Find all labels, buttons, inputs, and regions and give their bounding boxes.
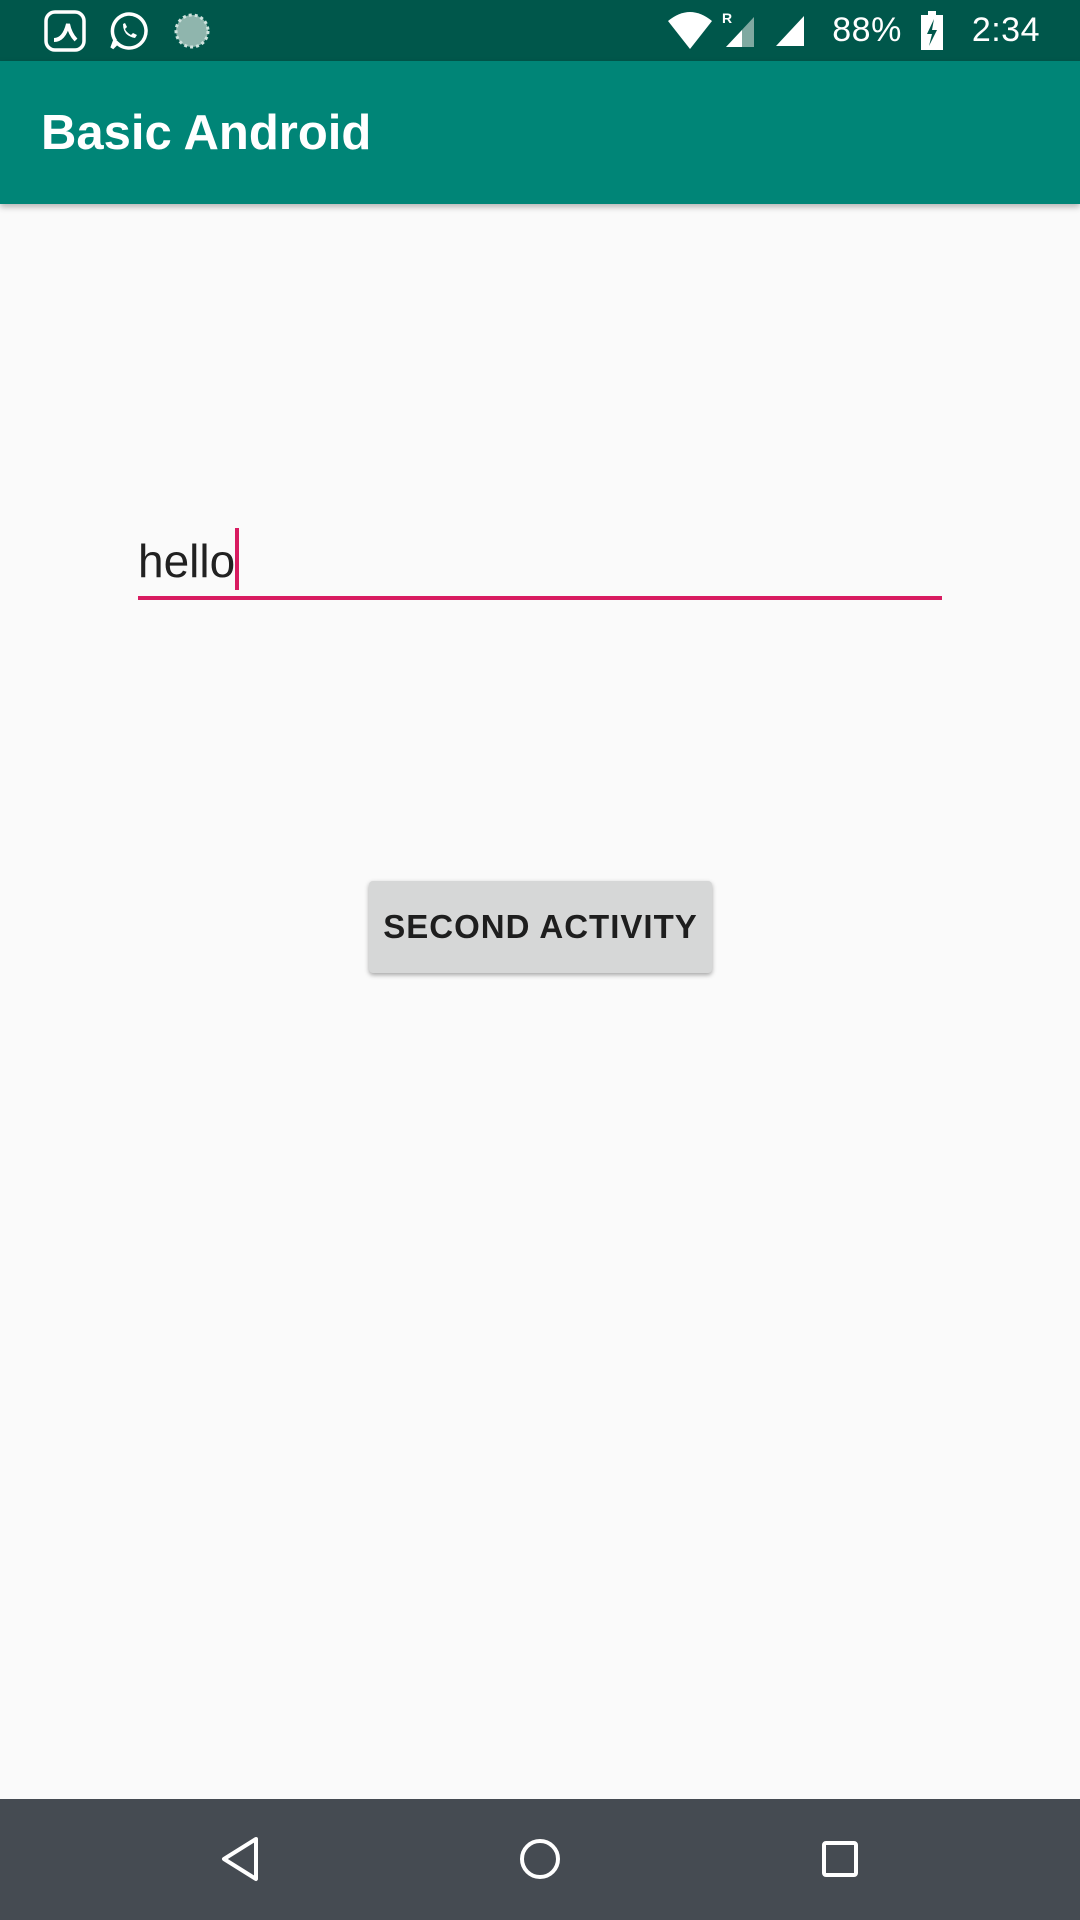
- whatsapp-icon: [110, 11, 148, 50]
- saavn-icon: [44, 9, 86, 52]
- wifi-icon: [668, 11, 713, 49]
- sync-icon: [174, 13, 210, 48]
- home-button[interactable]: [510, 1829, 570, 1889]
- recents-button[interactable]: [810, 1829, 870, 1889]
- text-input-field[interactable]: hello: [138, 516, 942, 600]
- navigation-bar: [0, 1799, 1080, 1920]
- app-title: Basic Android: [41, 106, 372, 160]
- status-bar: R 88% 2:34: [0, 0, 1080, 61]
- home-icon: [520, 1839, 560, 1879]
- clock: 2:34: [971, 11, 1040, 49]
- back-icon: [222, 1837, 258, 1881]
- signal-icon: [776, 15, 805, 46]
- recents-icon: [822, 1841, 858, 1877]
- text-input-value: hello: [138, 535, 236, 587]
- main-content: hello SECOND ACTIVITY: [0, 204, 1080, 1799]
- battery-percent: 88%: [832, 11, 902, 49]
- back-button[interactable]: [210, 1829, 270, 1889]
- svg-text:R: R: [722, 11, 732, 26]
- second-activity-button[interactable]: SECOND ACTIVITY: [369, 881, 712, 973]
- roaming-signal-icon: R: [722, 11, 755, 47]
- app-bar: Basic Android: [0, 61, 1080, 204]
- text-cursor: [235, 528, 239, 590]
- battery-charging-icon: [920, 10, 943, 50]
